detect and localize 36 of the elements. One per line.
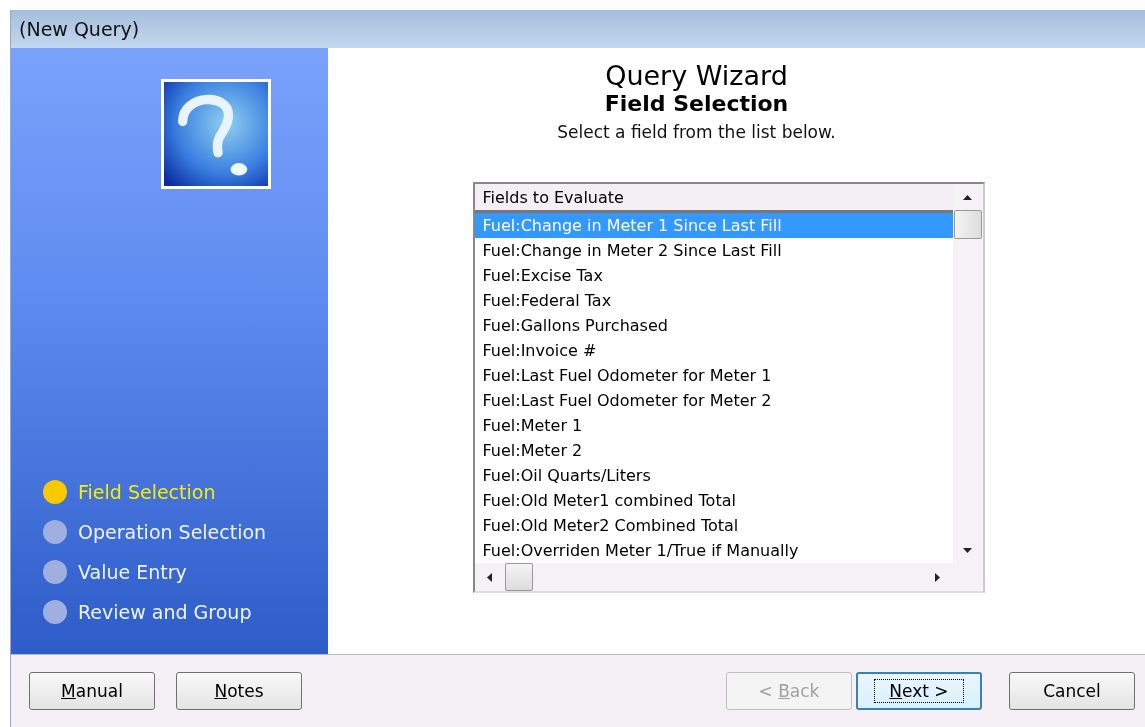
step-item: Value Entry [43, 560, 328, 584]
wizard-button[interactable]: Cancel [1009, 672, 1135, 710]
step-item: Field Selection [43, 480, 328, 504]
question-mark-icon [161, 79, 271, 189]
horizontal-scrollbar[interactable] [474, 563, 983, 591]
list-item[interactable]: Fuel:Meter 2 [474, 438, 953, 463]
vertical-scrollbar[interactable] [952, 184, 983, 563]
wizard-subtitle: Field Selection [604, 91, 789, 116]
field-list[interactable] [472, 182, 985, 593]
step-dot-icon [43, 480, 67, 504]
list-item[interactable]: Fuel:Federal Tax [474, 288, 953, 313]
wizard-button[interactable]: Manual [29, 672, 155, 710]
step-dot-icon [43, 520, 67, 544]
scroll-thumb[interactable] [953, 210, 982, 239]
step-dot-icon [43, 560, 67, 584]
list-item[interactable]: Fuel:Last Fuel Odometer for Meter 2 [474, 388, 953, 413]
scroll-thumb[interactable] [504, 563, 533, 591]
list-item[interactable]: Fuel:Last Fuel Odometer for Meter 1 [474, 363, 953, 388]
list-item[interactable]: Fuel:Excise Tax [474, 263, 953, 288]
wizard-button[interactable]: Notes [176, 672, 302, 710]
window-title: (New Query) [19, 18, 140, 40]
list-item[interactable]: Fuel:Oil Quarts/Liters [474, 463, 953, 488]
list-item[interactable]: Fuel:Gallons Purchased [474, 313, 953, 338]
list-item[interactable]: Fuel:Invoice # [474, 338, 953, 363]
column-header[interactable]: Fields to Evaluate [474, 184, 953, 213]
step-dot-icon [43, 600, 67, 624]
instruction-text: Select a field from the list below. [557, 122, 836, 142]
list-item[interactable]: Fuel:Meter 1 [474, 413, 953, 438]
list-item[interactable]: Fuel:Overriden Meter 1/True if Manually [474, 538, 953, 563]
list-item[interactable]: Fuel:Old Meter1 combined Total [474, 488, 953, 513]
wizard-title: Query Wizard [605, 60, 788, 91]
step-item: Review and Group [43, 600, 328, 624]
list-item[interactable]: Fuel:Old Meter2 Combined Total [474, 513, 953, 538]
step-item: Operation Selection [43, 520, 328, 544]
wizard-button[interactable]: Next > [856, 672, 982, 710]
list-item[interactable]: Fuel:Change in Meter 2 Since Last Fill [474, 238, 953, 263]
